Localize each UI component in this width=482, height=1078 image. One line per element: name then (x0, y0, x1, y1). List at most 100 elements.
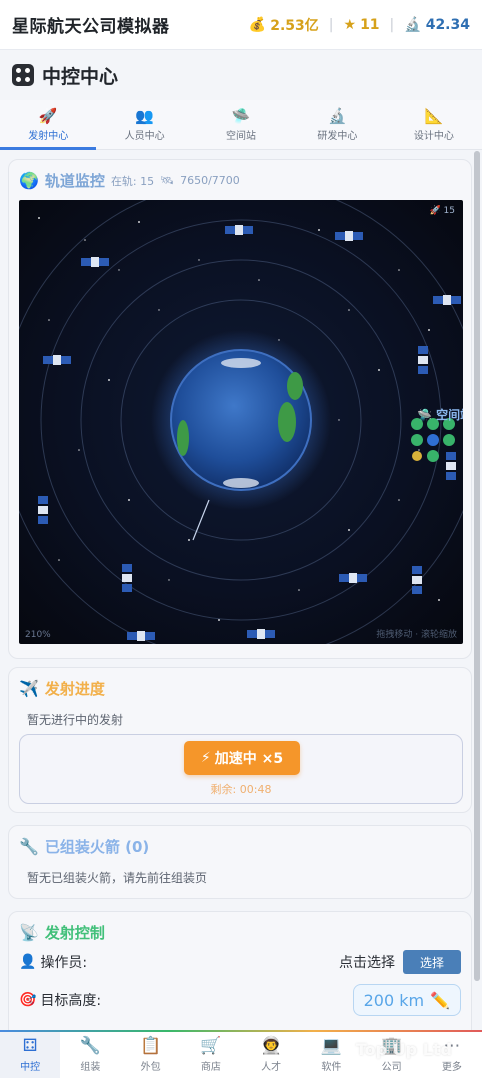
clipboard-icon: 📋 (140, 1036, 162, 1056)
select-operator-button[interactable]: 选择 (403, 950, 461, 974)
airplane-icon: ✈️ (19, 679, 39, 698)
dice-icon (12, 64, 34, 86)
no-rockets-text: 暂无已组装火箭，请先前往组装页 (27, 871, 208, 885)
tab-label: 研发中心 (317, 130, 358, 142)
launch-control-card: 📡 发射控制 👤 操作员: 点击选择 选择 🎯 目标高度: 200 km ✏️ (8, 911, 472, 1031)
boost-button[interactable]: ⚡ 加速中 ×5 (184, 741, 300, 775)
orbit-monitor-title: 轨道监控 (44, 172, 105, 190)
nav-outsourcing[interactable]: 📋 外包 (121, 1032, 181, 1078)
launch-control-header: 📡 发射控制 (9, 912, 471, 943)
altitude-field[interactable]: 200 km ✏️ (352, 984, 461, 1016)
nav-label: 组装 (80, 1062, 101, 1073)
tab-launch-center[interactable]: 🚀 发射中心 (0, 100, 97, 150)
continent (177, 420, 189, 456)
ufo-icon: 🛸 (417, 408, 432, 422)
boost-remaining: 剩余: 00:48 (210, 783, 272, 796)
assembled-rockets-header: 🔧 已组装火箭 (0) (9, 826, 471, 857)
meteor-trail (192, 499, 210, 541)
orbit-hint: 拖拽移动 · 滚轮缩放 (376, 630, 457, 640)
launch-progress-title: 发射进度 (44, 680, 105, 698)
target-icon: 🎯 (19, 992, 37, 1008)
money-value: 2.53亿 (270, 17, 319, 34)
watermark: Top Up Ltd (355, 1040, 452, 1059)
dice-icon: ⚃ (22, 1036, 38, 1056)
orbit-monitor-header: 🌍 轨道监控 在轨: 15 🛰 7650/7700 (9, 160, 471, 191)
microscope-icon: 🔬 (404, 16, 422, 33)
globe-icon: 🌍 (19, 171, 39, 190)
polar-cap (221, 358, 261, 368)
operator-value[interactable]: 点击选择 (339, 952, 395, 972)
lightning-icon: ⚡ (200, 750, 211, 766)
continent (278, 402, 296, 442)
app-title: 星际航天公司模拟器 (12, 17, 170, 37)
boost-panel: ⚡ 加速中 ×5 剩余: 00:48 (19, 734, 463, 804)
nav-label: 商店 (200, 1062, 221, 1073)
star-stat: ★ 11 (344, 17, 380, 33)
microscope-icon: 🔬 (328, 106, 347, 125)
triangle-ruler-icon: 📐 (424, 106, 444, 125)
money-stat: 💰 2.53亿 (249, 15, 319, 35)
tab-label: 设计中心 (413, 130, 454, 142)
astronaut-icon: 👨‍🚀 (260, 1036, 282, 1056)
star-icon: ★ (343, 16, 357, 33)
polar-cap (223, 478, 259, 488)
tab-research-center[interactable]: 🔬 研发中心 (289, 100, 385, 149)
page-title: 中控中心 (42, 65, 119, 88)
tab-space-station[interactable]: 🛸 空间站 (193, 100, 289, 149)
operator-label: 操作员: (40, 955, 88, 971)
laptop-icon: 💻 (320, 1036, 342, 1056)
satellite-dish-icon: 📡 (19, 923, 39, 942)
tab-design-center[interactable]: 📐 设计中心 (386, 100, 482, 149)
assembled-rockets-title: 已组装火箭 (0) (44, 838, 150, 856)
tab-personnel-center[interactable]: 👥 人员中心 (96, 100, 192, 149)
star-value: 11 (360, 16, 380, 33)
nav-control[interactable]: ⚃ 中控 (0, 1032, 61, 1078)
divider: | (389, 16, 395, 33)
altitude-value: 200 km (363, 990, 425, 1010)
nav-assembly[interactable]: 🔧 组装 (60, 1032, 120, 1078)
rocket-icon: 🚀 (38, 106, 58, 125)
main-content: 🌍 轨道监控 在轨: 15 🛰 7650/7700 🚀 15 🛸 空间 210%… (0, 151, 482, 1031)
orbit-capacity: 7650/7700 (180, 174, 240, 187)
app-root: 星际航天公司模拟器 💰 2.53亿 | ★ 11 | 🔬 42.34 中控中心 … (0, 0, 482, 1078)
nav-shop[interactable]: 🛒 商店 (181, 1032, 241, 1078)
altitude-label: 目标高度: (40, 993, 102, 1009)
wrench-icon: 🔧 (79, 1036, 101, 1056)
orbit-count-value: 15 (443, 206, 455, 216)
nav-talent[interactable]: 👨‍🚀 人才 (241, 1032, 301, 1078)
altitude-row: 🎯 目标高度: 200 km ✏️ (9, 981, 471, 1019)
boost-label: 加速中 ×5 (214, 751, 284, 767)
ufo-icon: 🛸 (231, 106, 251, 125)
science-stat: 🔬 42.34 (404, 17, 470, 33)
orbit-canvas[interactable]: 🚀 15 🛸 空间站 210% 拖拽移动 · 滚轮缩放 (19, 200, 463, 644)
in-orbit-count: 在轨: 15 (110, 174, 155, 188)
zoom-level: 210% (25, 630, 51, 640)
tab-label: 发射中心 (28, 130, 69, 142)
altitude-label-group: 🎯 目标高度: (19, 990, 101, 1010)
money-bag-icon: 💰 (248, 16, 267, 33)
nav-label: 软件 (321, 1062, 342, 1073)
nav-software[interactable]: 💻 软件 (301, 1032, 361, 1078)
nav-label: 中控 (20, 1062, 41, 1073)
resource-stats: 💰 2.53亿 | ★ 11 | 🔬 42.34 (249, 15, 470, 35)
nav-label: 公司 (381, 1062, 402, 1073)
satellite-icon: 🛰 (160, 174, 175, 187)
launch-progress-card: ✈️ 发射进度 暂无进行中的发射 ⚡ 加速中 ×5 剩余: 00:48 (8, 667, 472, 813)
people-icon: 👥 (135, 106, 154, 125)
station-label-text: 空间站 (436, 408, 463, 422)
person-icon: 👤 (19, 954, 37, 970)
assembled-rockets-card: 🔧 已组装火箭 (0) 暂无已组装火箭，请先前往组装页 (8, 825, 472, 899)
rocket-icon: 🚀 (429, 206, 441, 216)
nav-label: 人才 (261, 1062, 282, 1073)
nav-label: 更多 (441, 1062, 462, 1073)
tab-label: 人员中心 (124, 130, 165, 142)
section-header: 中控中心 (0, 50, 482, 100)
orbit-count-tag: 🚀 15 (429, 206, 455, 216)
orbit-drawing (19, 200, 463, 644)
wrench-icon: 🔧 (19, 837, 39, 856)
center-tabs: 🚀 发射中心 👥 人员中心 🛸 空间站 🔬 研发中心 📐 设计中心 (0, 100, 482, 150)
pencil-icon: ✏️ (430, 990, 450, 1010)
scrollbar[interactable] (474, 151, 480, 981)
divider: | (328, 16, 334, 33)
station-label: 🛸 空间站 (417, 406, 463, 423)
